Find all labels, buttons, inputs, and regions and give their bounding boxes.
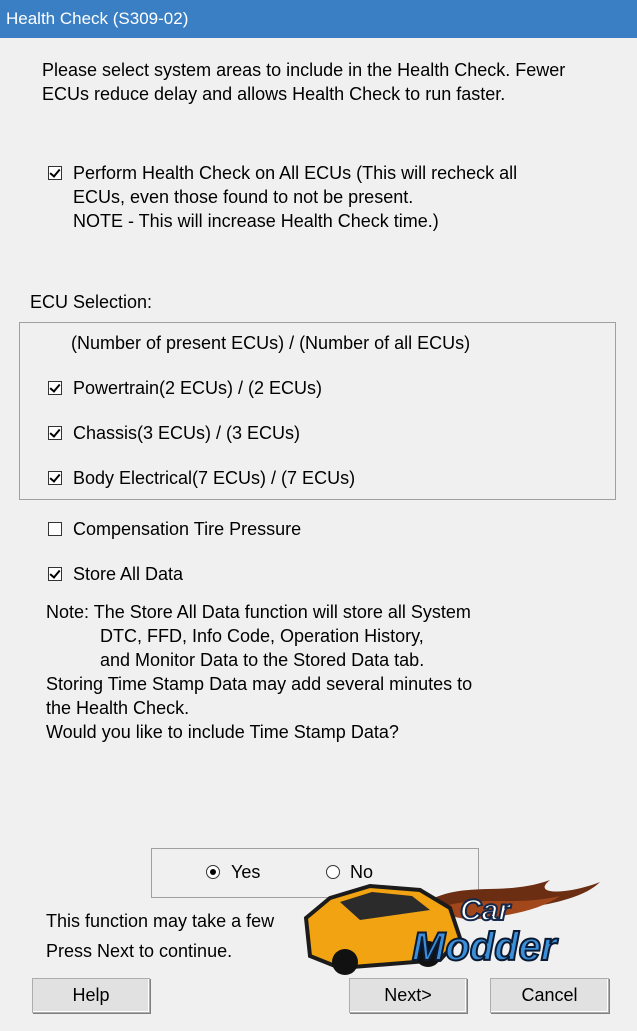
body-electrical-checkbox[interactable]: [48, 471, 62, 485]
powertrain-label: Powertrain(2 ECUs) / (2 ECUs): [73, 378, 323, 398]
logo-word-car: Car: [460, 894, 512, 927]
chassis-checkbox[interactable]: [48, 426, 62, 440]
ecu-column-note: (Number of present ECUs) / (Number of al…: [71, 333, 471, 353]
note-line-1: Note: The Store All Data function will s…: [46, 602, 471, 622]
cancel-button[interactable]: Cancel: [490, 978, 609, 1013]
window-title-bar: Health Check (S309-02): [0, 0, 637, 38]
powertrain-checkbox[interactable]: [48, 381, 62, 395]
footer-line-2: Press Next to continue.: [46, 941, 233, 961]
all-ecus-label-line-2: ECUs, even those found to not be present…: [73, 187, 414, 207]
next-button[interactable]: Next>: [349, 978, 467, 1013]
chassis-label: Chassis(3 ECUs) / (3 ECUs): [73, 423, 301, 443]
logo-word-modder: Modder: [412, 925, 559, 969]
all-ecus-checkbox[interactable]: [48, 166, 62, 180]
all-ecus-label-line-1: Perform Health Check on All ECUs (This w…: [73, 163, 518, 183]
all-ecus-label-line-3: NOTE - This will increase Health Check t…: [73, 211, 439, 231]
window-title: Health Check (S309-02): [6, 9, 189, 28]
intro-text: Please select system areas to include in…: [42, 58, 632, 106]
store-all-data-checkbox[interactable]: [48, 567, 62, 581]
note-line-6: Would you like to include Time Stamp Dat…: [46, 722, 399, 742]
note-line-4: Storing Time Stamp Data may add several …: [46, 674, 473, 694]
yes-radio[interactable]: [206, 865, 220, 879]
ecu-selection-heading: ECU Selection:: [30, 292, 153, 312]
body-electrical-label: Body Electrical(7 ECUs) / (7 ECUs): [73, 468, 356, 488]
note-line-5: the Health Check.: [46, 698, 190, 718]
store-all-data-label: Store All Data: [73, 564, 184, 584]
car-modder-logo: Car Modder: [303, 880, 600, 975]
compensation-tire-pressure-checkbox[interactable]: [48, 522, 62, 536]
note-line-2: DTC, FFD, Info Code, Operation History,: [100, 626, 424, 646]
intro-line-2: ECUs reduce delay and allows Health Chec…: [42, 84, 506, 104]
note-line-3: and Monitor Data to the Stored Data tab.: [100, 650, 425, 670]
yes-radio-label[interactable]: Yes: [231, 860, 260, 884]
footer-line-1: This function may take a few: [46, 911, 275, 931]
intro-line-1: Please select system areas to include in…: [42, 60, 566, 80]
help-button[interactable]: Help: [32, 978, 150, 1013]
compensation-tire-pressure-label: Compensation Tire Pressure: [73, 519, 302, 539]
